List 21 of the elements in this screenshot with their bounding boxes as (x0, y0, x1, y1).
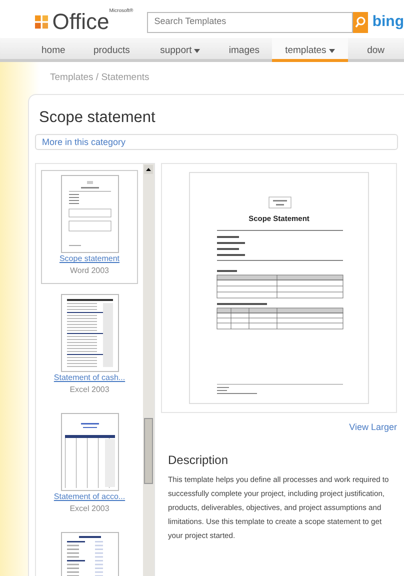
template-app-label: Word 2003 (69, 265, 110, 278)
template-name-link[interactable]: Statement of acco... (42, 491, 137, 504)
template-app-label: Excel 2003 (68, 384, 110, 396)
nav-tab[interactable]: support (144, 38, 216, 59)
office-logo[interactable]: Office (52, 11, 110, 33)
selected-template[interactable]: Scope statement Word 2003 (41, 170, 138, 284)
template-name-link[interactable]: Scope statement (42, 253, 137, 266)
template-title: Scope statement (39, 108, 156, 128)
template-app-label: Excel 2003 (68, 503, 110, 516)
bing-logo[interactable]: bing (372, 10, 404, 34)
search-field[interactable]: Search Templates (147, 12, 354, 32)
nav-tab[interactable]: dow (348, 38, 404, 59)
template-name-link[interactable]: Statement of cash... (42, 372, 137, 384)
view-larger-link[interactable]: View Larger (349, 421, 397, 435)
breadcrumb[interactable]: Templates / Statements (50, 72, 150, 83)
nav-tab[interactable]: images (216, 38, 272, 59)
category-link[interactable]: More in this category (42, 137, 126, 148)
nav-tab[interactable]: templates (272, 38, 348, 62)
nav-tab[interactable]: home (28, 38, 79, 59)
description-heading: Description (168, 452, 230, 469)
nav-tab[interactable]: products (78, 38, 145, 59)
